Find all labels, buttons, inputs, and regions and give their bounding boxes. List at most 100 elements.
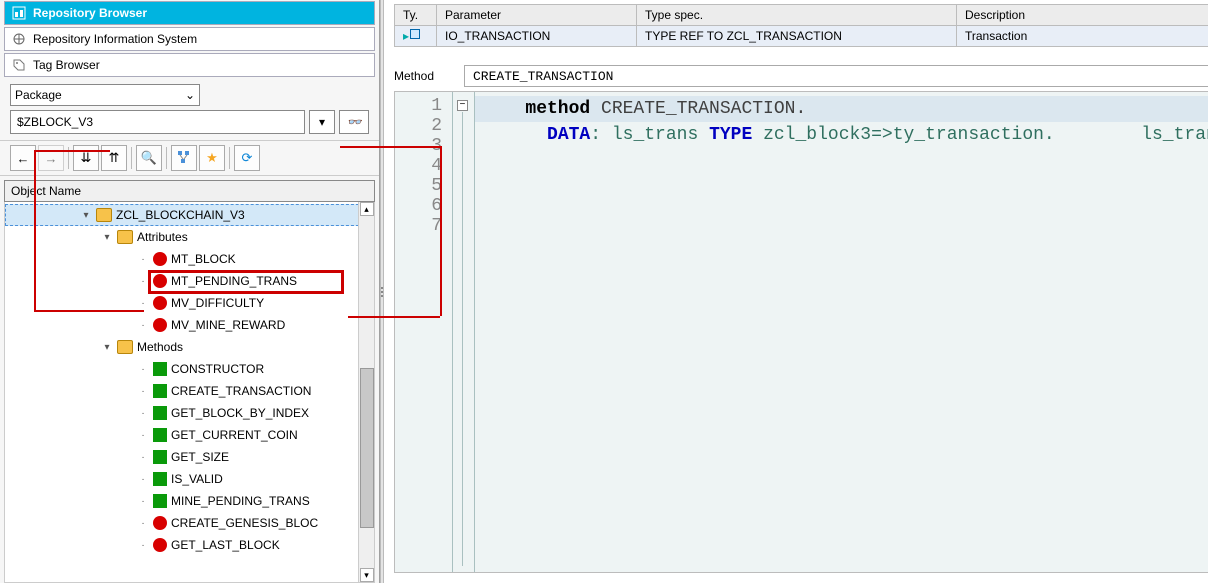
tree-label: MT_PENDING_TRANS xyxy=(171,274,297,288)
tree-node-method[interactable]: ·CREATE_GENESIS_BLOC xyxy=(5,512,374,534)
tree-node-attr[interactable]: · MT_PENDING_TRANS xyxy=(5,270,374,292)
tree-node-method[interactable]: · CREATE_TRANSACTION xyxy=(5,380,374,402)
method-name-field[interactable]: CREATE_TRANSACTION xyxy=(464,65,1208,87)
bullet-icon: · xyxy=(137,254,149,265)
chevron-down-icon[interactable]: ▾ xyxy=(80,210,92,221)
method-public-icon xyxy=(153,384,167,398)
method-public-icon xyxy=(153,406,167,420)
tab-tag-browser[interactable]: Tag Browser xyxy=(4,53,375,77)
back-button[interactable]: ← xyxy=(10,145,36,171)
method-public-icon xyxy=(153,362,167,376)
col-ty[interactable]: Ty. xyxy=(395,5,437,26)
cell-typespec: TYPE REF TO ZCL_TRANSACTION xyxy=(637,26,957,47)
bullet-icon: · xyxy=(137,474,149,485)
scroll-down-icon[interactable]: ▾ xyxy=(360,568,374,582)
tree-node-attr[interactable]: · MT_BLOCK xyxy=(5,248,374,270)
chevron-down-icon: ⌄ xyxy=(185,88,195,102)
tree-button[interactable] xyxy=(171,145,197,171)
tree-label: Methods xyxy=(137,340,183,354)
scroll-thumb[interactable] xyxy=(360,368,374,528)
cell-parameter: IO_TRANSACTION xyxy=(437,26,637,47)
separator xyxy=(68,147,69,169)
tree-scrollbar[interactable]: ▴ ▾ xyxy=(358,202,374,582)
fold-column: − xyxy=(453,92,475,572)
bullet-icon: · xyxy=(137,386,149,397)
tree-node-attributes[interactable]: ▾ Attributes xyxy=(5,226,374,248)
expand-all-button[interactable]: ⇊ xyxy=(73,145,99,171)
arrow-left-icon: ← xyxy=(17,151,30,166)
refresh-button[interactable]: ⟳ xyxy=(234,145,260,171)
fold-toggle[interactable]: − xyxy=(457,100,468,111)
cell-description: Transaction xyxy=(957,26,1208,47)
method-public-icon xyxy=(153,428,167,442)
code-area[interactable]: method CREATE_TRANSACTION. DATA: ls_tran… xyxy=(475,92,1208,572)
parameter-table: Ty. Parameter Type spec. Description ▸ I… xyxy=(394,4,1208,47)
forward-button[interactable]: → xyxy=(38,145,64,171)
chevron-down-icon[interactable]: ▾ xyxy=(101,342,113,353)
tab-label: Repository Information System xyxy=(33,32,197,46)
repo-browser-icon xyxy=(11,5,27,21)
tree-node-class[interactable]: ▾ ZCL_BLOCKCHAIN_V3 xyxy=(5,204,374,226)
triangle-down-icon: ▾ xyxy=(319,115,325,129)
tree-node-method[interactable]: ·GET_BLOCK_BY_INDEX xyxy=(5,402,374,424)
bullet-icon: · xyxy=(137,540,149,551)
package-type-label: Package xyxy=(15,88,62,102)
tree-label: CREATE_TRANSACTION xyxy=(171,384,311,398)
tab-repository-info[interactable]: Repository Information System xyxy=(4,27,375,51)
tree-label: GET_SIZE xyxy=(171,450,229,464)
package-name-input[interactable]: $ZBLOCK_V3 xyxy=(10,110,305,134)
tag-icon xyxy=(11,57,27,73)
object-name-header: Object Name xyxy=(4,180,375,202)
bullet-icon: · xyxy=(137,298,149,309)
tree-label: Attributes xyxy=(137,230,188,244)
col-parameter[interactable]: Parameter xyxy=(437,5,637,26)
separator xyxy=(166,147,167,169)
code-editor[interactable]: 1234567 − method CREATE_TRANSACTION. DAT… xyxy=(394,91,1208,573)
folder-icon xyxy=(117,230,133,244)
bullet-icon: · xyxy=(137,430,149,441)
col-typespec[interactable]: Type spec. xyxy=(637,5,957,26)
package-type-select[interactable]: Package ⌄ xyxy=(10,84,200,106)
collapse-all-button[interactable]: ⇈ xyxy=(101,145,127,171)
tree-label: ZCL_BLOCKCHAIN_V3 xyxy=(116,208,245,222)
attr-private-icon xyxy=(153,274,167,288)
tree-node-method[interactable]: ·IS_VALID xyxy=(5,468,374,490)
kw-method: method xyxy=(525,99,590,119)
scroll-up-icon[interactable]: ▴ xyxy=(360,202,374,216)
tree-icon xyxy=(177,150,191,167)
table-row[interactable]: ▸ IO_TRANSACTION TYPE REF TO ZCL_TRANSAC… xyxy=(395,26,1208,47)
tree-node-method[interactable]: ·CONSTRUCTOR xyxy=(5,358,374,380)
package-name-value: $ZBLOCK_V3 xyxy=(17,115,93,129)
tree-label: MV_DIFFICULTY xyxy=(171,296,264,310)
attr-private-icon xyxy=(153,252,167,266)
nav-toolbar: ← → ⇊ ⇈ 🔍 ★ ⟳ xyxy=(0,140,379,176)
tree-node-methods[interactable]: ▾ Methods xyxy=(5,336,374,358)
favorite-button[interactable]: ★ xyxy=(199,145,225,171)
glasses-icon: 👓 xyxy=(347,115,362,129)
star-icon: ★ xyxy=(206,150,218,166)
code-text: CREATE_TRANSACTION. xyxy=(590,99,806,119)
tree-node-method[interactable]: ·GET_LAST_BLOCK xyxy=(5,534,374,556)
separator xyxy=(229,147,230,169)
folder-icon xyxy=(117,340,133,354)
resize-handle[interactable]: ···· xyxy=(384,47,1208,57)
find-button[interactable]: 🔍 xyxy=(136,145,162,171)
code-text: zcl_block3=>ty_transaction. xyxy=(752,125,1054,145)
tree-node-attr[interactable]: · MV_MINE_REWARD xyxy=(5,314,374,336)
bullet-icon: · xyxy=(137,452,149,463)
package-dropdown-button[interactable]: ▾ xyxy=(309,110,335,134)
tree-label: MT_BLOCK xyxy=(171,252,236,266)
col-description[interactable]: Description xyxy=(957,5,1208,26)
tree-node-method[interactable]: ·GET_CURRENT_COIN xyxy=(5,424,374,446)
tree-node-method[interactable]: ·MINE_PENDING_TRANS xyxy=(5,490,374,512)
tree-node-attr[interactable]: · MV_DIFFICULTY xyxy=(5,292,374,314)
method-private-icon xyxy=(153,516,167,530)
chevron-down-icon[interactable]: ▾ xyxy=(101,232,113,243)
display-button[interactable]: 👓 xyxy=(339,110,369,134)
tree-node-method[interactable]: · GET_SIZE xyxy=(5,446,374,468)
tree-label: MINE_PENDING_TRANS xyxy=(171,494,310,508)
tab-repository-browser[interactable]: Repository Browser xyxy=(4,1,375,25)
tab-label: Repository Browser xyxy=(33,6,147,20)
collapse-icon: ⇈ xyxy=(109,150,120,166)
method-name-value: CREATE_TRANSACTION xyxy=(473,69,613,84)
